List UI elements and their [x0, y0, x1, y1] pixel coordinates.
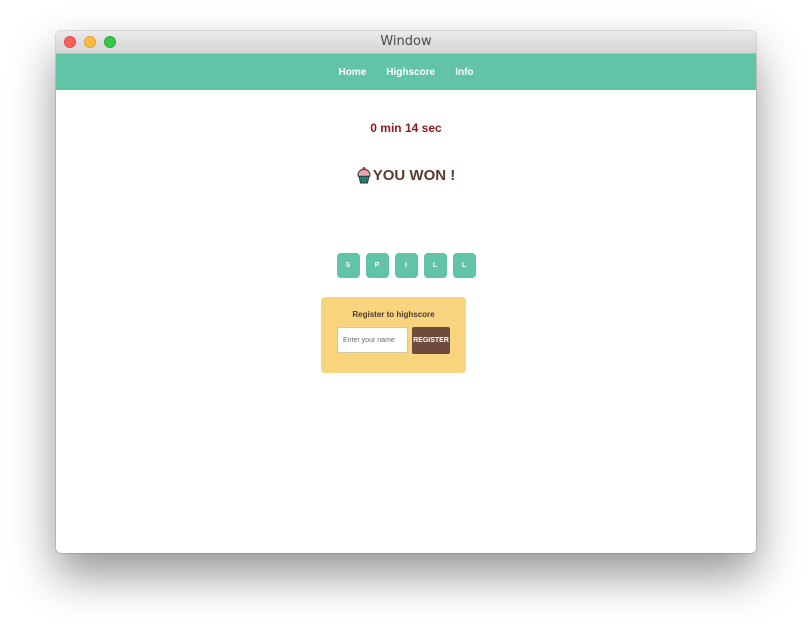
letter-tile: S: [336, 253, 360, 278]
letter-tile: L: [452, 253, 476, 278]
nav-home-link[interactable]: Home: [338, 67, 366, 78]
letter-tile: I: [394, 253, 418, 278]
navbar: Home Highscore Info: [56, 54, 756, 90]
result-text: YOU WON !: [372, 167, 456, 184]
letter-tile: L: [423, 253, 447, 278]
result-heading: YOU WON !: [56, 167, 756, 184]
name-input[interactable]: [337, 327, 408, 353]
main-content: 0 min 14 sec YOU WON ! S P I L L Registe…: [56, 90, 756, 553]
game-timer: 0 min 14 sec: [370, 121, 442, 135]
app-window: Window Home Highscore Info 0 min 14 sec …: [56, 31, 756, 553]
word-tiles: S P I L L: [56, 253, 756, 278]
register-title: Register to highscore: [352, 310, 435, 319]
nav-highscore-link[interactable]: Highscore: [386, 67, 435, 78]
register-button[interactable]: REGISTER: [412, 327, 450, 354]
cupcake-icon: [357, 167, 371, 184]
register-card: Register to highscore REGISTER: [321, 297, 466, 373]
nav-info-link[interactable]: Info: [455, 67, 473, 78]
window-title: Window: [380, 34, 432, 49]
letter-tile: P: [365, 253, 389, 278]
title-bar: Window: [56, 31, 756, 54]
